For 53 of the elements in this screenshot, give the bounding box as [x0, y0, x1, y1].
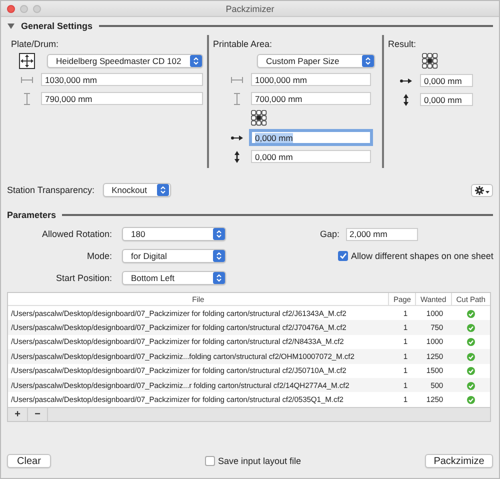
settings-icon: [474, 186, 490, 194]
fit-arrows-icon: [19, 52, 35, 68]
field-label: Mode:: [86, 251, 113, 261]
option-select[interactable]: Bottom Left: [122, 271, 226, 285]
up-down-chevron-icon: [216, 229, 222, 239]
height-icon: [234, 92, 240, 104]
printable-area-label: Printable Area:: [213, 39, 274, 49]
vertical-arrow-icon: [234, 150, 240, 162]
plate-label: Plate/Drum:: [11, 39, 60, 49]
anchor-grid-icon[interactable]: [251, 110, 267, 126]
width-field[interactable]: 1000,000 mm: [251, 73, 371, 86]
field-label: Start Position:: [54, 273, 113, 283]
save-layout-checkbox[interactable]: Save input layout file: [204, 456, 302, 466]
disclosure-triangle-icon[interactable]: [7, 22, 15, 30]
result-label: Result:: [388, 39, 418, 49]
width-field[interactable]: 1030,000 mm: [41, 73, 203, 86]
anchor-grid-icon: [422, 53, 438, 69]
offset-field[interactable]: 0,000 mm: [420, 93, 473, 106]
vertical-arrow-icon: [403, 94, 409, 106]
height-field[interactable]: 700,000 mm: [251, 92, 371, 105]
section-title: Parameters: [7, 210, 56, 220]
checkbox[interactable]: [204, 456, 215, 466]
transparency-select[interactable]: Knockout: [102, 183, 171, 197]
section-title: General Settings: [21, 21, 93, 31]
gap-label: Gap:: [320, 229, 340, 239]
packzimize-button[interactable]: Packzimize: [425, 454, 493, 468]
allow-shapes-checkbox[interactable]: Allow different shapes on one sheet: [338, 251, 494, 261]
horizontal-arrow-icon: [400, 78, 412, 84]
gap-field[interactable]: 2,000 mm: [346, 228, 418, 240]
checkbox[interactable]: [338, 251, 348, 261]
option-select[interactable]: for Digital: [122, 249, 226, 263]
up-down-chevron-icon: [192, 56, 198, 66]
up-down-chevron-icon: [364, 56, 370, 66]
text-field[interactable]: 0,000 mm: [251, 150, 371, 163]
station-transparency-label: Station Transparency:: [7, 185, 95, 195]
offset-field[interactable]: 0,000 mm: [420, 74, 473, 87]
paper-size-select[interactable]: Custom Paper Size: [257, 54, 375, 68]
height-icon: [24, 92, 30, 104]
plate-select[interactable]: Heidelberg Speedmaster CD 102: [47, 54, 203, 68]
gear-menu-button[interactable]: [471, 184, 493, 196]
up-down-chevron-icon: [216, 251, 222, 261]
field-label: Allowed Rotation:: [40, 229, 113, 239]
clear-button[interactable]: Clear: [7, 454, 51, 468]
horizontal-arrow-icon: [231, 134, 243, 140]
text-field[interactable]: 0,000 mm: [251, 131, 371, 144]
close-button[interactable]: [7, 4, 15, 12]
option-select[interactable]: 180: [122, 227, 226, 241]
window-title: Packzimizer: [226, 4, 274, 14]
width-icon: [231, 76, 243, 82]
width-icon: [21, 76, 33, 82]
height-field[interactable]: 790,000 mm: [41, 92, 203, 105]
up-down-chevron-icon: [160, 185, 166, 195]
up-down-chevron-icon: [216, 273, 222, 283]
